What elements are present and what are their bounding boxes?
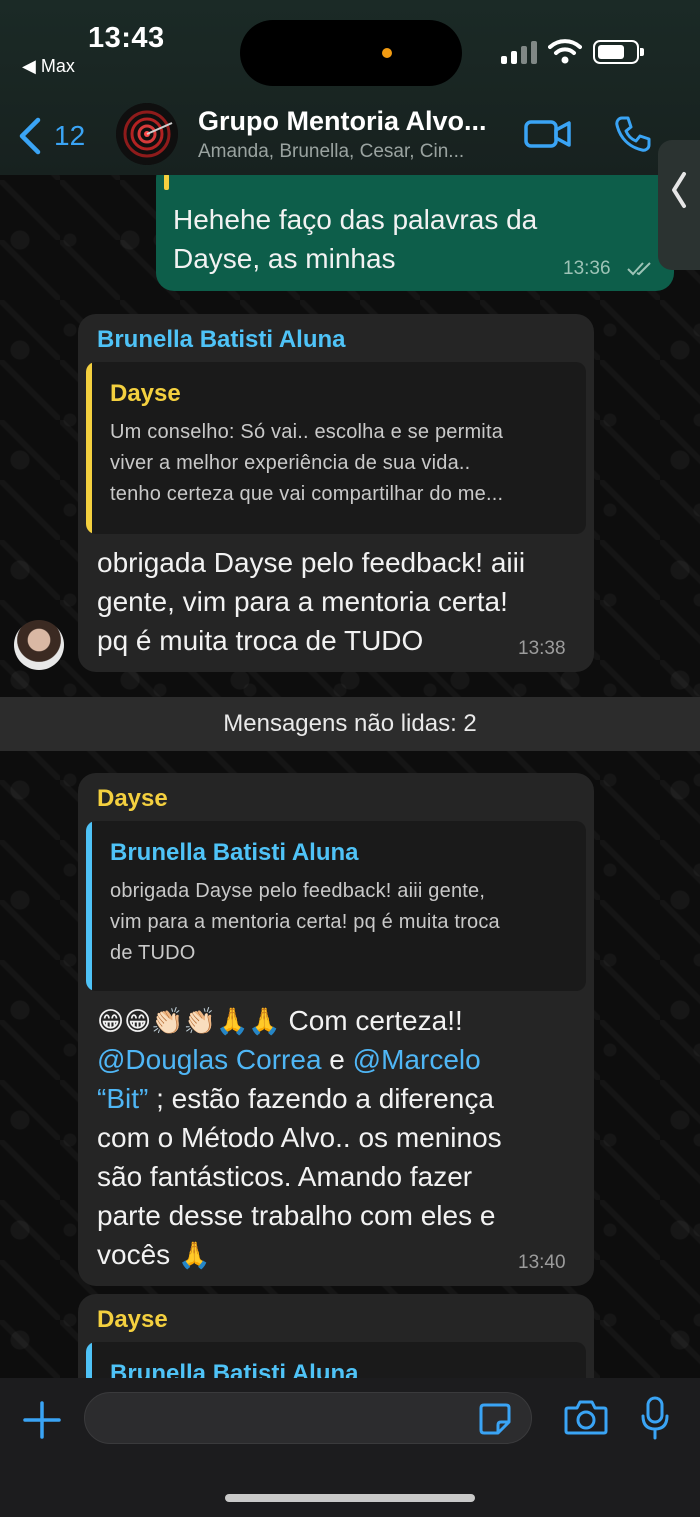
message-text-line: pq é muita troca de TUDO <box>97 625 424 656</box>
chat-header: 13:43 ◀ Max 12 Grupo Mentoria Alvo... Am… <box>0 0 700 175</box>
wifi-icon <box>548 39 582 64</box>
quoted-message[interactable]: Dayse Um conselho: Só vai.. escolha e se… <box>86 362 586 534</box>
message-time: 13:36 <box>563 258 611 279</box>
microphone-icon[interactable] <box>640 1396 670 1440</box>
side-panel-handle[interactable] <box>658 140 700 270</box>
emoji-sequence: 😁😁👏🏻👏🏻🙏🙏 <box>97 1007 281 1037</box>
video-call-icon[interactable] <box>524 116 572 152</box>
message-time: 13:40 <box>518 1252 566 1273</box>
quote-author: Brunella Batisti Aluna <box>110 839 359 866</box>
double-check-icon <box>627 262 651 276</box>
group-title[interactable]: Grupo Mentoria Alvo... <box>198 106 487 137</box>
message-input-field[interactable] <box>84 1392 532 1444</box>
battery-icon <box>593 40 644 64</box>
quote-accent-bar <box>86 821 92 991</box>
chevron-left-icon <box>19 117 41 155</box>
chevron-left-icon <box>672 172 686 208</box>
unread-chats-count: 12 <box>54 120 86 151</box>
message-text-line: vocês 🙏 <box>97 1235 210 1276</box>
mention-link[interactable]: @Marcelo <box>353 1044 481 1075</box>
message-text-line: com o Método Alvo.. os meninos <box>97 1122 502 1153</box>
message-text-line: parte desse trabalho com eles e <box>97 1200 496 1231</box>
back-button[interactable]: 12 <box>14 114 94 158</box>
status-time: 13:43 <box>88 22 165 54</box>
outgoing-message[interactable]: Hehehe faço das palavras da Dayse, as mi… <box>156 160 674 291</box>
message-text-line: gente, vim para a mentoria certa! <box>97 586 508 617</box>
mention-link[interactable]: @Douglas Correa <box>97 1044 322 1075</box>
phone-call-icon[interactable] <box>612 114 652 154</box>
sender-name[interactable]: Brunella Batisti Aluna <box>97 326 345 354</box>
message-text-fragment: e <box>321 1044 353 1075</box>
mention-link[interactable]: “Bit” <box>97 1083 148 1114</box>
sender-name[interactable]: Dayse <box>97 785 168 813</box>
message-text-fragment: Com certeza!! <box>280 1005 463 1036</box>
message-text-line: @Douglas Correa e @Marcelo <box>97 1040 481 1079</box>
quote-accent-bar <box>86 362 92 534</box>
target-logo-icon <box>116 103 178 165</box>
quoted-message[interactable]: Brunella Batisti Aluna obrigada Dayse pe… <box>86 821 586 991</box>
emoji: 🙏 <box>177 1241 211 1271</box>
message-text-fragment: ; estão fazendo a diferença <box>148 1083 494 1114</box>
status-back-app[interactable]: ◀ Max <box>22 56 75 77</box>
sender-avatar[interactable] <box>14 620 64 670</box>
quote-text-line: obrigada Dayse pelo feedback! aiii gente… <box>110 880 486 902</box>
camera-icon[interactable] <box>564 1398 608 1436</box>
incoming-message[interactable]: Dayse Brunella Batisti Aluna obrigada Da… <box>78 773 594 1286</box>
home-indicator <box>225 1494 475 1502</box>
message-text-line: 😁😁👏🏻👏🏻🙏🙏 Com certeza!! <box>97 1001 463 1042</box>
message-text-line: obrigada Dayse pelo feedback! aiii <box>97 547 526 578</box>
message-text-line: são fantásticos. Amando fazer <box>97 1161 473 1192</box>
plus-icon[interactable] <box>22 1400 62 1440</box>
sender-name[interactable]: Dayse <box>97 1306 168 1334</box>
group-avatar[interactable] <box>116 103 178 165</box>
sticker-icon[interactable] <box>478 1402 512 1436</box>
message-time: 13:38 <box>518 638 566 659</box>
unread-messages-banner: Mensagens não lidas: 2 <box>0 697 700 751</box>
quote-text-line: viver a melhor experiência de sua vida.. <box>110 452 471 474</box>
quote-text-line: Um conselho: Só vai.. escolha e se permi… <box>110 421 504 443</box>
quote-text-line: vim para a mentoria certa! pq é muita tr… <box>110 911 500 933</box>
privacy-indicator-dot <box>382 48 392 58</box>
quote-text-line: de TUDO <box>110 942 196 964</box>
dynamic-island <box>240 20 462 86</box>
message-input[interactable] <box>103 1393 473 1443</box>
cellular-signal-icon <box>501 40 537 64</box>
incoming-message[interactable]: Brunella Batisti Aluna Dayse Um conselho… <box>78 314 594 672</box>
quote-bar-fragment <box>164 174 169 190</box>
quote-text-line: tenho certeza que vai compartilhar do me… <box>110 483 504 505</box>
quote-author: Dayse <box>110 380 181 407</box>
group-members[interactable]: Amanda, Brunella, Cesar, Cin... <box>198 141 464 163</box>
message-text-line: Hehehe faço das palavras da <box>173 204 538 235</box>
message-text-line: “Bit” ; estão fazendo a diferença <box>97 1079 494 1118</box>
message-text-line: Dayse, as minhas <box>173 243 396 274</box>
message-text-fragment: vocês <box>97 1239 178 1270</box>
